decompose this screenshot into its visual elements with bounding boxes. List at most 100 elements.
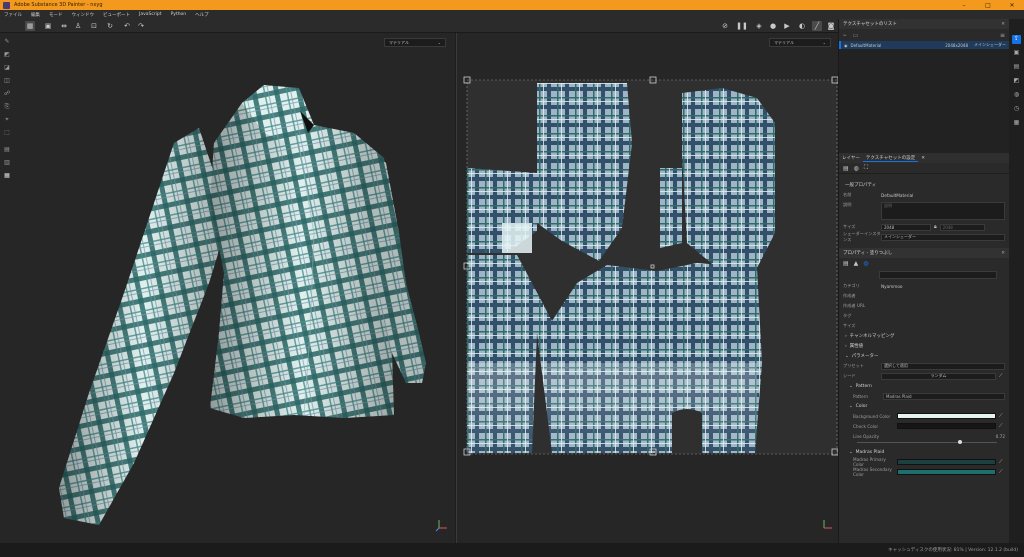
viewport-3d[interactable]: マテリアル ⌄ [14,33,455,543]
screenshot-icon[interactable]: ◙ [826,21,836,31]
menu-edit[interactable]: 編集 [31,12,40,18]
description-input[interactable]: 説明 [881,202,1005,220]
redo-icon[interactable]: ↷ [136,21,146,31]
select-icon[interactable]: ⬚ [3,129,11,137]
minimize-icon[interactable]: – [952,2,976,9]
viewport-2d[interactable]: マテリアル ⌄ [456,33,839,543]
frame-icon[interactable]: ▣ [43,21,53,31]
lock-icon[interactable]: 🔒︎ [934,224,937,230]
background-color-swatch[interactable] [897,413,996,419]
close-icon[interactable]: ✕ [918,156,928,161]
video-icon[interactable]: ▶ [782,21,792,31]
display-off-icon[interactable]: ⊘ [720,21,730,31]
geometry-fill-icon[interactable]: ◫ [3,77,11,85]
menu-help[interactable]: ヘルプ [195,12,209,18]
link-icon[interactable]: ⌁ [843,32,847,39]
menu-window[interactable]: ウィンドウ [72,12,95,18]
menu-viewport[interactable]: ビューポート [103,12,130,18]
brush-mode-icon[interactable]: ╱ [812,21,822,31]
mountain-icon[interactable]: ▲ [854,260,859,267]
check-color-swatch[interactable] [897,423,996,429]
material-icon[interactable]: ◍ [854,165,859,172]
menu-mode[interactable]: モード [49,12,63,18]
tab-texture-set-settings[interactable]: テクスチャセットの設定 [862,155,919,162]
undo-icon[interactable]: ↶ [122,21,132,31]
eyedropper-icon[interactable]: ⟋ [999,373,1005,379]
maximize-icon[interactable]: □ [976,2,1000,9]
camera-icon[interactable]: ⊡ [89,21,99,31]
layers-icon[interactable]: ▤ [843,260,849,267]
smudge-icon[interactable]: ☍ [3,90,11,98]
general-properties-title: 一般プロパティ [845,183,877,188]
texture-set-item[interactable]: ◉ DefaultMaterial 2048x2048 メインシェーダー [839,41,1009,49]
view-mode-icon[interactable]: ◈ [754,21,764,31]
tab-layers[interactable]: レイヤー [839,155,863,161]
symmetry-icon[interactable]: ⇹ [59,21,69,31]
material-name-field[interactable] [879,271,997,279]
sphere-icon[interactable]: ● [768,21,778,31]
texture-set-tools: ⌁ ▭ ≡ [839,29,1009,41]
document-icon[interactable]: ▦ [3,172,11,180]
light-icon[interactable]: ◐ [797,21,807,31]
description-row: 説明 説明 [839,200,1009,222]
clone-icon[interactable]: ⎘ [3,103,11,111]
close-icon[interactable]: ✕ [1000,2,1024,9]
shader-dropdown[interactable]: メインシェーダー [881,233,1005,241]
seed-random-button[interactable]: ランダム [881,372,996,380]
settings-icon[interactable]: ≡ [1000,32,1005,39]
name-row: 名前 DefaultMaterial [839,190,1009,200]
polygon-fill-icon[interactable]: ▥ [3,159,11,167]
folder-icon[interactable]: ▭ [853,32,859,39]
channel-mapping-section[interactable]: › チャンネルマッピング [839,331,1009,341]
history-icon[interactable]: ◷ [1012,105,1021,114]
bake-icon[interactable]: ▤ [3,146,11,154]
madras-secondary-row: Madras Secondary Color ⟋ [839,467,1009,477]
preset-dropdown[interactable]: 選択して適用 [881,362,1005,370]
eyedropper-icon[interactable]: ⟋ [999,459,1005,465]
close-icon[interactable]: ✕ [1001,22,1005,27]
eyedropper-icon[interactable]: ⟋ [999,413,1005,419]
madras-secondary-swatch[interactable] [897,469,996,475]
material-icon[interactable]: ◍ [863,260,868,267]
environment-icon[interactable]: ◍ [1012,91,1021,100]
madras-section[interactable]: ⌄ Madras Plaid [839,447,1009,457]
main-toolbar: ▦ ▣ ⇹ ♙ ⊡ ↻ ↶ ↷ ⊘ ❚❚ ◈ ● ▶ ◐ ╱ ◙ [0,19,838,33]
pattern-section[interactable]: ⌄ Pattern [839,381,1009,391]
eyedropper-icon[interactable]: ⟋ [999,423,1005,429]
eraser-icon[interactable]: ◩ [3,51,11,59]
paint-icon[interactable]: ✎ [3,38,11,46]
slider-track [857,442,997,443]
seed-row: シード ランダム ⟋ [839,371,1009,381]
display-settings-icon[interactable]: ◩ [1012,77,1021,86]
assets-icon[interactable]: ▣ [1012,49,1021,58]
eyedropper-icon[interactable]: ⟋ [999,469,1005,475]
pattern-dropdown[interactable]: Madras Plaid [883,392,1005,400]
madras-section-label: Madras Plaid [855,449,885,455]
projection-icon[interactable]: ◪ [3,64,11,72]
share-icon[interactable]: ⇪ [1012,35,1021,44]
size-dropdown[interactable]: 2048 [881,223,931,231]
madras-primary-swatch[interactable] [897,459,996,465]
attributes-section[interactable]: › 属性値 [839,341,1009,351]
pause-icon[interactable]: ❚❚ [736,21,748,31]
category-label: カテゴリ [843,283,860,288]
shelf-icon[interactable]: ▤ [1012,63,1021,72]
size-dropdown-2[interactable]: 2048 [939,223,985,231]
history-icon[interactable]: ↻ [105,21,115,31]
menu-python[interactable]: Python [171,12,187,17]
layers-icon[interactable]: ▤ [843,165,849,172]
mesh-icon[interactable]: ⛶ [864,164,868,172]
picker-icon[interactable]: ⌖ [3,116,11,124]
close-icon[interactable]: ✕ [1001,251,1005,256]
properties-icon-row: ▤ ▲ ◍ [839,258,1009,269]
color-section[interactable]: ⌄ Color [839,401,1009,411]
puppet-icon[interactable]: ♙ [73,21,83,31]
menu-file[interactable]: ファイル [4,12,22,18]
log-icon[interactable]: ▦ [1012,119,1021,128]
grid-icon[interactable]: ▦ [25,21,35,31]
line-opacity-slider[interactable] [857,440,997,445]
slider-thumb[interactable] [957,440,962,444]
parameters-section[interactable]: ⌄ パラメーター [839,351,1009,361]
menu-javascript[interactable]: JavaScript [139,12,162,17]
eye-icon[interactable]: ◉ [844,43,848,48]
